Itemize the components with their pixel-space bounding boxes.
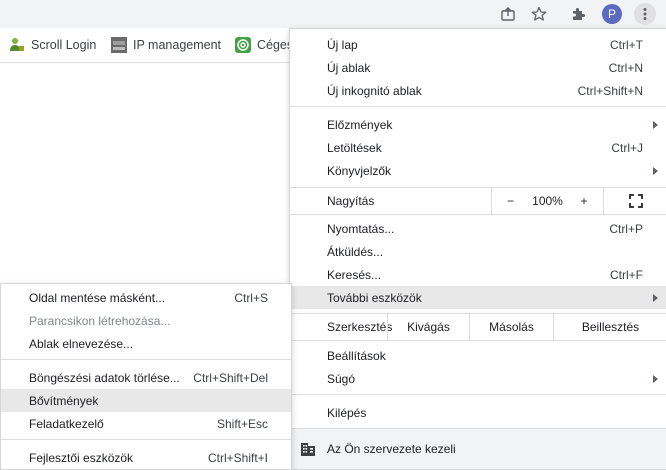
menu-item-cast[interactable]: Átküldés... <box>290 240 666 263</box>
menu-item-managed[interactable]: Az Ön szervezete kezeli <box>290 429 666 469</box>
edit-row: Szerkesztés Kivágás Másolás Beillesztés <box>290 314 666 340</box>
cut-button[interactable]: Kivágás <box>387 314 469 340</box>
menu-item-label: Új ablak <box>327 60 371 75</box>
submenu-item-extensions[interactable]: Bővítmények <box>1 389 291 412</box>
bookmark-label: IP management <box>133 38 222 52</box>
menu-item-history[interactable]: Előzmények <box>290 113 666 136</box>
submenu-item-create-shortcut: Parancsikon létrehozása... <box>1 309 291 332</box>
bookmark-label: Céges <box>257 38 294 52</box>
share-icon[interactable] <box>497 3 519 25</box>
submenu-item-label: Böngészési adatok törlése... <box>29 370 180 385</box>
menu-item-shortcut: Ctrl+N <box>608 60 643 75</box>
menu-item-label: Keresés... <box>327 267 382 282</box>
menu-item-shortcut: Ctrl+F <box>610 267 643 282</box>
bookmark-label: Scroll Login <box>31 38 97 52</box>
menu-separator <box>290 106 666 107</box>
submenu-item-label: Bővítmények <box>29 393 99 408</box>
submenu-item-shortcut: Ctrl+S <box>234 290 268 305</box>
zoom-value: 100% <box>532 194 563 208</box>
submenu-item-label: Feladatkezelő <box>29 416 104 431</box>
menu-separator <box>290 394 666 395</box>
extensions-puzzle-icon[interactable] <box>567 3 589 25</box>
menu-item-exit[interactable]: Kilépés <box>290 401 666 424</box>
menu-item-label: Új lap <box>327 37 358 52</box>
zoom-label: Nagyítás <box>327 194 375 208</box>
paste-label: Beillesztés <box>581 320 640 334</box>
browser-toolbar: P <box>0 0 666 28</box>
submenu-arrow-icon <box>653 374 658 383</box>
submenu-arrow-icon <box>653 166 658 175</box>
zoom-in-label: + <box>580 194 588 208</box>
cut-label: Kivágás <box>407 320 450 334</box>
menu-item-shortcut: Ctrl+P <box>609 221 643 236</box>
menu-item-help[interactable]: Súgó <box>290 367 666 390</box>
menu-item-shortcut: Ctrl+J <box>611 140 643 155</box>
zoom-row: Nagyítás − 100% + <box>290 188 666 214</box>
menu-item-new-window[interactable]: Új ablak Ctrl+N <box>290 56 666 79</box>
menu-item-label: Átküldés... <box>327 244 384 259</box>
menu-separator <box>290 340 666 341</box>
spiral-icon <box>235 37 251 53</box>
copy-button[interactable]: Másolás <box>469 314 553 340</box>
menu-item-label: Beállítások <box>327 348 386 363</box>
menu-separator <box>290 214 666 215</box>
submenu-item-name-window[interactable]: Ablak elnevezése... <box>1 332 291 355</box>
menu-item-label: Kilépés <box>327 405 367 420</box>
menu-item-shortcut: Ctrl+Shift+N <box>577 83 643 98</box>
more-tools-submenu: Oldal mentése másként... Ctrl+S Parancsi… <box>0 283 292 470</box>
menu-item-new-tab[interactable]: Új lap Ctrl+T <box>290 33 666 56</box>
profile-avatar[interactable]: P <box>601 3 623 25</box>
menu-item-settings[interactable]: Beállítások <box>290 344 666 367</box>
bookmark-star-icon[interactable] <box>528 3 550 25</box>
menu-item-bookmarks[interactable]: Könyvjelzők <box>290 159 666 182</box>
menu-item-label: Nyomtatás... <box>327 221 395 236</box>
menu-item-label: Előzmények <box>327 117 393 132</box>
paste-button[interactable]: Beillesztés <box>553 314 666 340</box>
submenu-item-shortcut: Ctrl+Shift+I <box>207 450 268 465</box>
submenu-arrow-icon <box>653 120 658 129</box>
menu-item-incognito[interactable]: Új inkognitó ablak Ctrl+Shift+N <box>290 79 666 102</box>
zoom-out-label: − <box>506 194 514 208</box>
bookmark-ceges[interactable]: Céges <box>235 36 293 54</box>
bookmark-scroll-login[interactable]: Scroll Login <box>9 36 96 54</box>
submenu-item-dev-tools[interactable]: Fejlesztői eszközök Ctrl+Shift+I <box>1 446 291 469</box>
building-icon <box>300 441 316 460</box>
submenu-separator <box>1 439 291 440</box>
submenu-item-label: Parancsikon létrehozása... <box>29 313 171 328</box>
edit-label: Szerkesztés <box>327 320 393 334</box>
menu-item-label: Új inkognitó ablak <box>327 83 422 98</box>
submenu-item-label: Fejlesztői eszközök <box>29 450 134 465</box>
submenu-item-label: Oldal mentése másként... <box>29 290 166 305</box>
menu-item-label: Letöltések <box>327 140 382 155</box>
fullscreen-button[interactable] <box>603 188 666 214</box>
submenu-item-shortcut: Shift+Esc <box>216 416 268 431</box>
avatar: P <box>602 4 622 24</box>
submenu-item-task-manager[interactable]: Feladatkezelő Shift+Esc <box>1 412 291 435</box>
submenu-arrow-icon <box>653 293 658 302</box>
menu-kebab-icon[interactable] <box>634 3 656 25</box>
zoom-level: 100% <box>529 188 566 214</box>
submenu-item-label: Ablak elnevezése... <box>29 336 134 351</box>
zoom-out-button[interactable]: − <box>491 188 529 214</box>
menu-item-shortcut: Ctrl+T <box>610 37 643 52</box>
bookmark-ip-management[interactable]: IP management <box>111 36 221 54</box>
php-icon <box>111 37 127 53</box>
menu-item-find[interactable]: Keresés... Ctrl+F <box>290 263 666 286</box>
fullscreen-icon <box>628 194 643 208</box>
zoom-in-button[interactable]: + <box>566 188 602 214</box>
submenu-item-save-page[interactable]: Oldal mentése másként... Ctrl+S <box>1 286 291 309</box>
menu-item-print[interactable]: Nyomtatás... Ctrl+P <box>290 217 666 240</box>
submenu-item-shortcut: Ctrl+Shift+Del <box>193 370 268 385</box>
menu-item-label: Az Ön szervezete kezeli <box>327 442 456 456</box>
menu-item-label: Súgó <box>327 371 356 386</box>
menu-item-label: További eszközök <box>327 290 422 305</box>
menu-item-more-tools[interactable]: További eszközök <box>290 286 666 309</box>
chrome-main-menu: Új lap Ctrl+T Új ablak Ctrl+N Új inkogni… <box>289 28 666 470</box>
submenu-item-clear-data[interactable]: Böngészési adatok törlése... Ctrl+Shift+… <box>1 366 291 389</box>
menu-item-label: Könyvjelzők <box>327 163 392 178</box>
menu-item-downloads[interactable]: Letöltések Ctrl+J <box>290 136 666 159</box>
person-icon <box>9 37 25 53</box>
submenu-separator <box>1 359 291 360</box>
copy-label: Másolás <box>489 320 534 334</box>
